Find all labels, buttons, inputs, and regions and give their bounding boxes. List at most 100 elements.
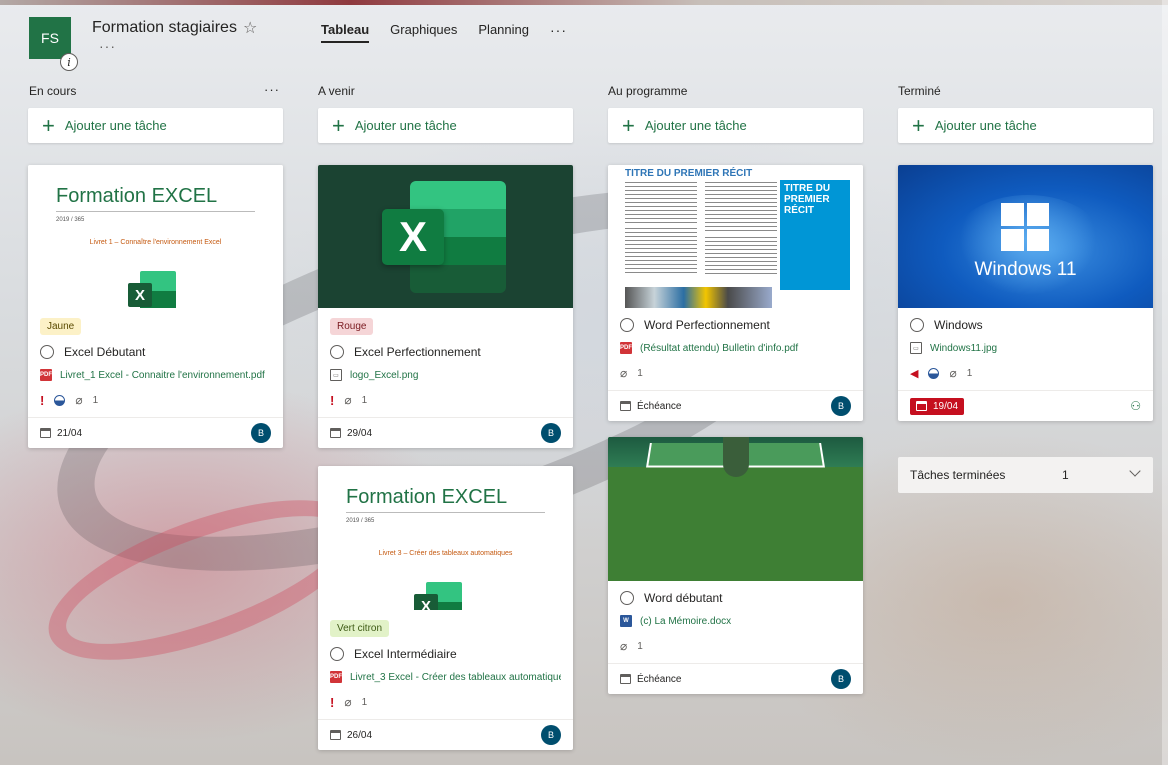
calendar-icon xyxy=(916,401,927,411)
avatar[interactable]: B xyxy=(541,423,561,443)
due-date[interactable]: 29/04 xyxy=(330,428,372,439)
important-icon: ! xyxy=(330,392,335,408)
due-date[interactable]: Échéance xyxy=(620,401,681,412)
attachment-name: Windows11.jpg xyxy=(930,342,998,354)
calendar-icon xyxy=(620,401,631,411)
urgent-icon: ◀ xyxy=(910,367,919,380)
task-card-word-debutant[interactable]: Word débutant W (c) La Mémoire.docx ⌀ 1 … xyxy=(608,437,863,694)
tab-graphiques[interactable]: Graphiques xyxy=(390,22,457,43)
attachment-link[interactable]: PDF Livret_3 Excel - Créer des tableaux … xyxy=(330,671,561,683)
attachment-name: (Résultat attendu) Bulletin d'info.pdf xyxy=(640,342,799,354)
column-title-a-venir: A venir xyxy=(318,84,355,98)
complete-checkbox[interactable] xyxy=(620,318,634,332)
add-task-button[interactable]: + Ajouter une tâche xyxy=(28,108,283,143)
tabs-more-button[interactable]: ··· xyxy=(550,22,567,43)
tab-planning[interactable]: Planning xyxy=(478,22,529,43)
card-preview: Formation EXCEL 2019 / 365 Livret 1 – Co… xyxy=(28,165,283,308)
attachments-count: 1 xyxy=(92,394,99,406)
avatar[interactable]: B xyxy=(251,423,271,443)
attachments-count: 1 xyxy=(361,394,368,406)
plus-icon: + xyxy=(332,112,345,138)
task-card-excel-perfectionnement[interactable]: X Rouge Excel Perfectionnement ▭ logo_Ex… xyxy=(318,165,573,448)
preview-sidebar: TITRE DU PREMIER RÉCIT xyxy=(780,180,850,290)
plan-more-button[interactable]: ··· xyxy=(99,38,116,54)
completed-tasks-count: 1 xyxy=(1062,468,1069,482)
image-file-icon: ▭ xyxy=(910,342,922,354)
attachment-link[interactable]: ▭ Windows11.jpg xyxy=(910,342,1141,354)
card-preview xyxy=(608,437,863,581)
complete-checkbox[interactable] xyxy=(330,345,344,359)
avatar[interactable]: B xyxy=(831,669,851,689)
attachment-link[interactable]: ▭ logo_Excel.png xyxy=(330,369,561,381)
complete-checkbox[interactable] xyxy=(40,345,54,359)
important-icon: ! xyxy=(40,392,45,408)
card-preview: Formation EXCEL 2019 / 365 Livret 3 – Cr… xyxy=(318,466,573,610)
important-icon: ! xyxy=(330,694,335,710)
paperclip-icon: ⌀ xyxy=(620,639,628,653)
add-task-label: Ajouter une tâche xyxy=(644,118,747,133)
task-card-excel-intermediaire[interactable]: Formation EXCEL 2019 / 365 Livret 3 – Cr… xyxy=(318,466,573,750)
paperclip-icon: ⌀ xyxy=(344,393,352,407)
due-date[interactable]: Échéance xyxy=(620,674,681,685)
info-icon[interactable]: i xyxy=(60,53,78,71)
attachment-name: (c) La Mémoire.docx xyxy=(640,615,732,627)
windows-logo-icon xyxy=(1001,203,1049,251)
column-more-button[interactable]: ··· xyxy=(264,82,280,97)
attachment-link[interactable]: PDF (Résultat attendu) Bulletin d'info.p… xyxy=(620,342,851,354)
due-date-text: 29/04 xyxy=(347,427,373,439)
image-file-icon: ▭ xyxy=(330,369,342,381)
view-tabs: Tableau Graphiques Planning ··· xyxy=(321,22,567,43)
due-date[interactable]: 19/04 xyxy=(910,397,965,415)
tab-tableau[interactable]: Tableau xyxy=(321,22,370,43)
avatar[interactable]: B xyxy=(831,396,851,416)
attachment-link[interactable]: W (c) La Mémoire.docx xyxy=(620,615,851,627)
in-progress-icon[interactable] xyxy=(928,367,940,379)
excel-icon: X xyxy=(128,271,176,308)
label-badge[interactable]: Rouge xyxy=(330,318,374,335)
add-task-label: Ajouter une tâche xyxy=(64,118,167,133)
preview-divider xyxy=(346,512,545,513)
complete-checkbox[interactable] xyxy=(330,647,344,661)
preview-subtitle: 2019 / 365 xyxy=(346,518,375,524)
add-task-button[interactable]: + Ajouter une tâche xyxy=(898,108,1153,143)
complete-checkbox[interactable] xyxy=(620,591,634,605)
label-badge[interactable]: Vert citron xyxy=(330,620,390,637)
due-date-text: 21/04 xyxy=(57,427,83,439)
pin-icon[interactable]: ☆ xyxy=(243,18,257,38)
due-date[interactable]: 26/04 xyxy=(330,730,372,741)
label-badge[interactable]: Jaune xyxy=(40,318,82,335)
preview-title: TITRE DU PREMIER RÉCIT xyxy=(625,168,753,179)
due-date-text: Échéance xyxy=(637,673,682,685)
preview-title: Formation EXCEL xyxy=(56,185,218,207)
preview-subtitle: 2019 / 365 xyxy=(56,217,85,223)
avatar[interactable]: B xyxy=(541,725,561,745)
completed-tasks-toggle[interactable]: Tâches terminées 1 xyxy=(898,457,1153,493)
task-card-windows[interactable]: Windows 11 Windows ▭ Windows11.jpg ◀ ⌀ 1… xyxy=(898,165,1153,421)
task-card-excel-debutant[interactable]: Formation EXCEL 2019 / 365 Livret 1 – Co… xyxy=(28,165,283,448)
paperclip-icon: ⌀ xyxy=(949,366,957,380)
assign-user-icon[interactable]: ⚇ xyxy=(1130,399,1141,413)
pdf-icon: PDF xyxy=(40,369,52,381)
column-title-au-programme: Au programme xyxy=(608,84,688,98)
in-progress-icon[interactable] xyxy=(54,394,66,406)
preview-livret: Livret 1 – Connaître l'environnement Exc… xyxy=(89,239,222,246)
attachment-name: Livret_1 Excel - Connaitre l'environneme… xyxy=(60,369,265,381)
word-file-icon: W xyxy=(620,615,632,627)
plus-icon: + xyxy=(912,112,925,138)
attachments-count: 1 xyxy=(637,640,643,652)
add-task-button[interactable]: + Ajouter une tâche xyxy=(608,108,863,143)
paperclip-icon: ⌀ xyxy=(75,393,83,407)
paperclip-icon: ⌀ xyxy=(344,695,352,709)
plan-title: Formation stagiaires xyxy=(92,19,237,36)
add-task-button[interactable]: + Ajouter une tâche xyxy=(318,108,573,143)
task-title: Excel Intermédiaire xyxy=(354,647,457,661)
attachment-name: Livret_3 Excel - Créer des tableaux auto… xyxy=(350,671,561,683)
attachment-link[interactable]: PDF Livret_1 Excel - Connaitre l'environ… xyxy=(40,369,271,381)
due-date-text: 19/04 xyxy=(933,400,959,412)
complete-checkbox[interactable] xyxy=(910,318,924,332)
calendar-icon xyxy=(40,428,51,438)
plus-icon: + xyxy=(622,112,635,138)
preview-divider xyxy=(56,211,255,212)
due-date[interactable]: 21/04 xyxy=(40,428,82,439)
task-card-word-perfectionnement[interactable]: TITRE DU PREMIER RÉCIT TITRE DU PREMIER … xyxy=(608,165,863,421)
